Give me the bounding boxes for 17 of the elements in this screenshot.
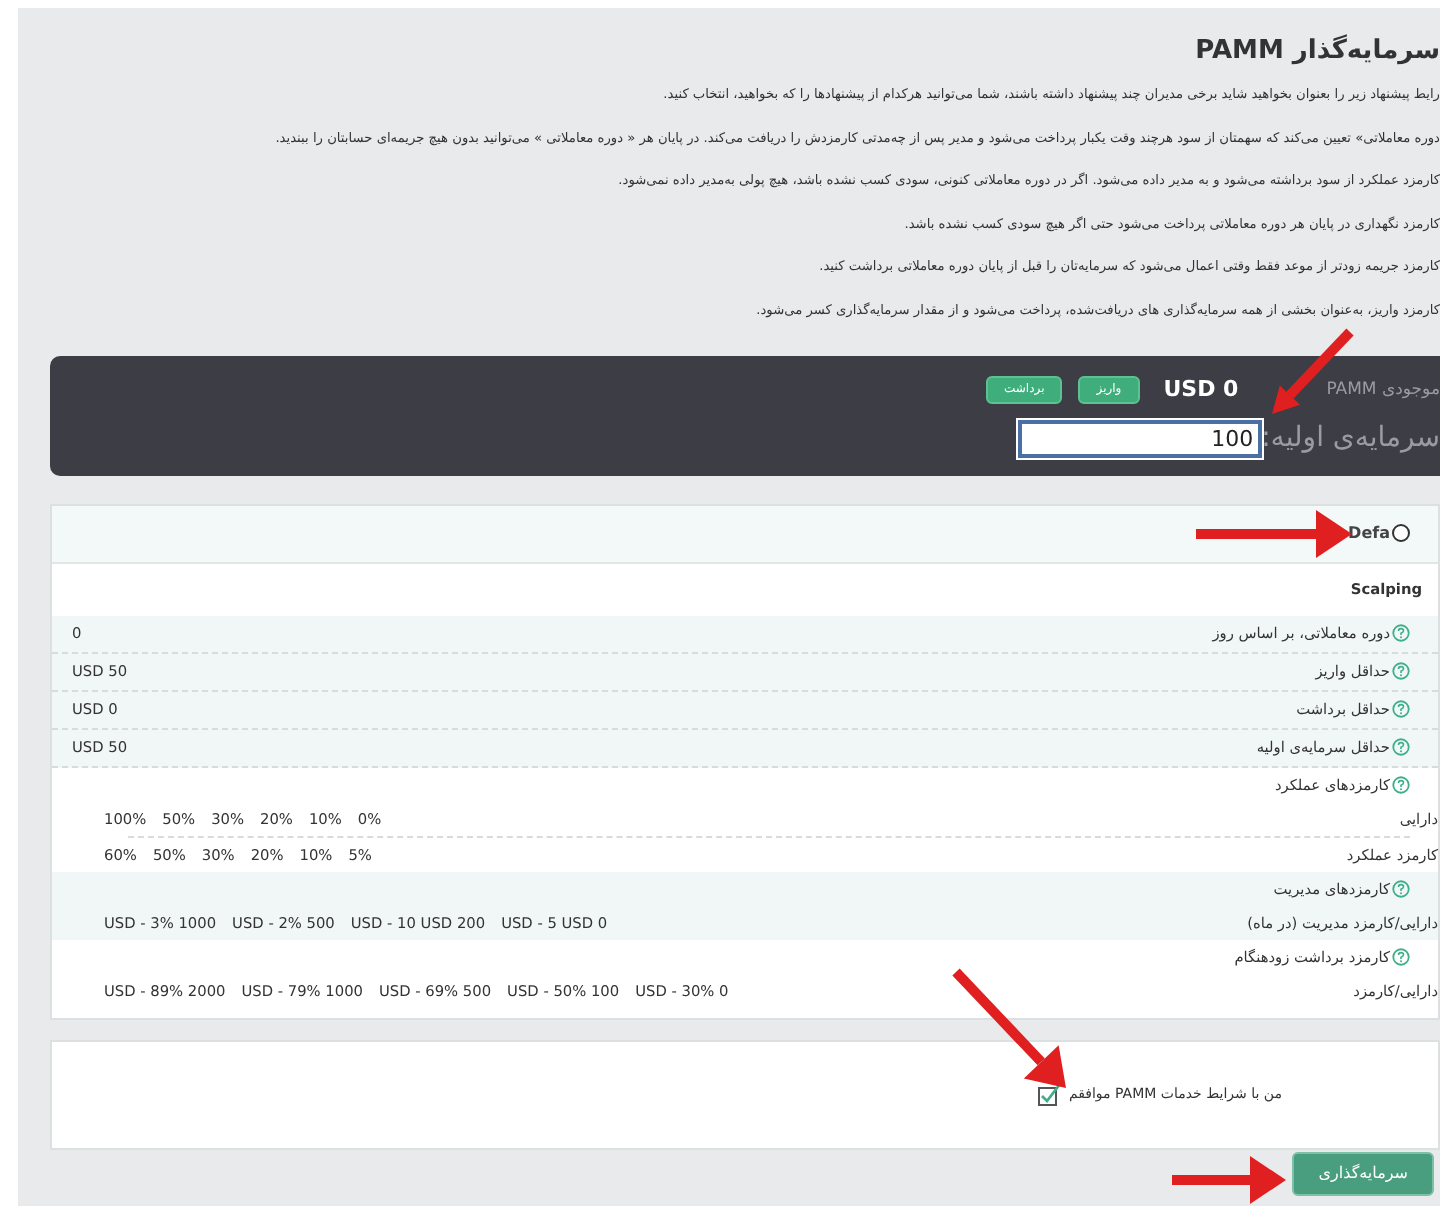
annotation-arrow bbox=[1172, 1156, 1286, 1204]
help-icon[interactable] bbox=[1392, 775, 1410, 794]
balance-amount: USD 0 bbox=[1163, 376, 1239, 403]
help-icon[interactable] bbox=[1392, 879, 1410, 898]
terms-checkbox[interactable] bbox=[1038, 1082, 1063, 1107]
initial-investment-label: سرمایه‌ی اولیه: bbox=[1261, 422, 1440, 455]
annotation-arrow bbox=[952, 968, 1066, 1088]
help-icon[interactable] bbox=[1392, 624, 1410, 643]
initial-investment-field[interactable]: 100 bbox=[1017, 419, 1262, 458]
help-icon[interactable] bbox=[1392, 700, 1410, 719]
balance-label: موجودی PAMM bbox=[1326, 379, 1440, 400]
help-icon[interactable] bbox=[1392, 947, 1410, 966]
page-title: سرمایه‌گذار PAMM bbox=[1193, 32, 1440, 70]
invest-button[interactable]: سرمایه‌گذاری bbox=[1292, 1151, 1434, 1196]
help-icon[interactable] bbox=[1392, 662, 1410, 681]
offer-radio[interactable]: Defa bbox=[1348, 524, 1410, 543]
help-icon[interactable] bbox=[1392, 738, 1410, 757]
